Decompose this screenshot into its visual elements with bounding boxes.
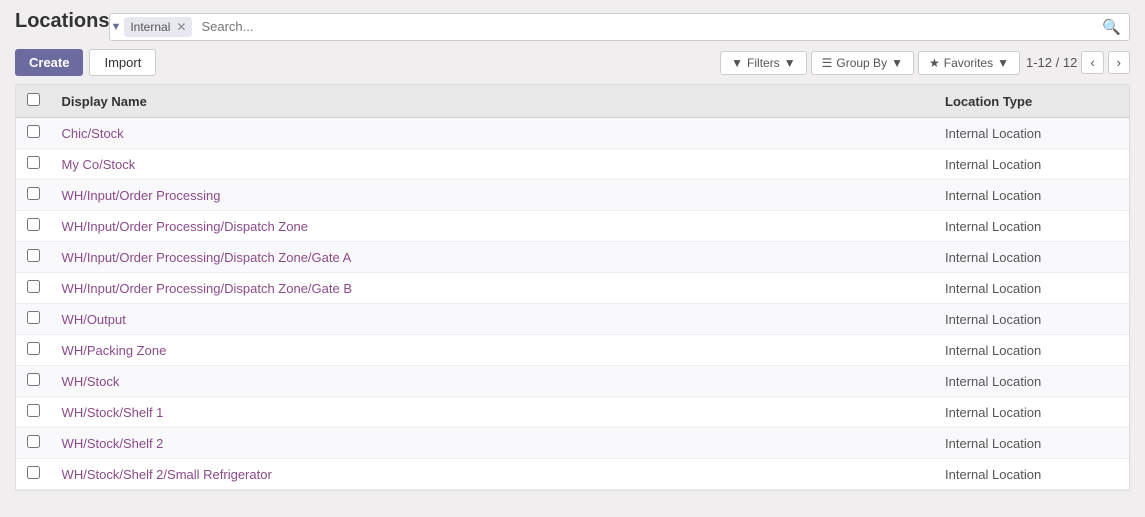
filters-chevron: ▼ bbox=[784, 56, 796, 70]
favorites-icon: ★ bbox=[929, 56, 940, 70]
location-type: Internal Location bbox=[935, 428, 1129, 459]
filters-icon: ▼ bbox=[731, 56, 743, 70]
filter-tag-close[interactable]: ✕ bbox=[176, 20, 186, 34]
row-checkbox[interactable] bbox=[27, 466, 40, 479]
row-checkbox[interactable] bbox=[27, 187, 40, 200]
location-type: Internal Location bbox=[935, 304, 1129, 335]
favorites-chevron: ▼ bbox=[997, 56, 1009, 70]
pagination-text: 1-12 / 12 bbox=[1026, 55, 1077, 70]
table-row[interactable]: WH/Packing Zone Internal Location bbox=[16, 335, 1129, 366]
location-name-link[interactable]: WH/Stock/Shelf 2/Small Refrigerator bbox=[62, 467, 272, 482]
location-name-link[interactable]: WH/Input/Order Processing/Dispatch Zone bbox=[62, 219, 308, 234]
row-checkbox[interactable] bbox=[27, 404, 40, 417]
search-bar: ▼ Internal ✕ 🔍 bbox=[109, 13, 1130, 41]
group-by-chevron: ▼ bbox=[891, 56, 903, 70]
location-type: Internal Location bbox=[935, 335, 1129, 366]
row-checkbox[interactable] bbox=[27, 156, 40, 169]
location-type: Internal Location bbox=[935, 211, 1129, 242]
table-row[interactable]: WH/Input/Order Processing/Dispatch Zone/… bbox=[16, 242, 1129, 273]
search-input[interactable] bbox=[195, 15, 1094, 38]
select-all-checkbox[interactable] bbox=[27, 93, 40, 106]
location-type: Internal Location bbox=[935, 459, 1129, 490]
location-name-link[interactable]: WH/Output bbox=[62, 312, 126, 327]
location-name-link[interactable]: WH/Stock bbox=[62, 374, 120, 389]
table-row[interactable]: WH/Stock/Shelf 2 Internal Location bbox=[16, 428, 1129, 459]
table-row[interactable]: My Co/Stock Internal Location bbox=[16, 149, 1129, 180]
filter-tag-icon: ▼ bbox=[110, 21, 121, 33]
import-button[interactable]: Import bbox=[89, 49, 156, 76]
location-name-link[interactable]: WH/Input/Order Processing/Dispatch Zone/… bbox=[62, 250, 352, 265]
table-row[interactable]: WH/Output Internal Location bbox=[16, 304, 1129, 335]
group-by-icon: ☰ bbox=[822, 56, 833, 70]
search-filter-tag: Internal ✕ bbox=[124, 17, 192, 37]
location-name-link[interactable]: WH/Input/Order Processing/Dispatch Zone/… bbox=[62, 281, 352, 296]
favorites-label: Favorites bbox=[944, 56, 993, 70]
table-row[interactable]: WH/Stock/Shelf 1 Internal Location bbox=[16, 397, 1129, 428]
location-name-link[interactable]: My Co/Stock bbox=[62, 157, 136, 172]
row-checkbox[interactable] bbox=[27, 218, 40, 231]
location-type: Internal Location bbox=[935, 180, 1129, 211]
search-button[interactable]: 🔍 bbox=[1094, 14, 1129, 40]
location-name-link[interactable]: WH/Stock/Shelf 2 bbox=[62, 436, 164, 451]
col-header-location-type: Location Type bbox=[935, 85, 1129, 118]
page-title: Locations bbox=[15, 10, 109, 33]
locations-table: Display Name Location Type Chic/Stock Int… bbox=[15, 84, 1130, 491]
row-checkbox[interactable] bbox=[27, 280, 40, 293]
group-by-label: Group By bbox=[836, 56, 887, 70]
table-row[interactable]: WH/Stock Internal Location bbox=[16, 366, 1129, 397]
row-checkbox[interactable] bbox=[27, 249, 40, 262]
prev-page-button[interactable]: ‹ bbox=[1081, 51, 1103, 74]
location-type: Internal Location bbox=[935, 366, 1129, 397]
row-checkbox[interactable] bbox=[27, 125, 40, 138]
table-row[interactable]: WH/Input/Order Processing/Dispatch Zone I… bbox=[16, 211, 1129, 242]
location-type: Internal Location bbox=[935, 149, 1129, 180]
location-type: Internal Location bbox=[935, 242, 1129, 273]
row-checkbox[interactable] bbox=[27, 311, 40, 324]
location-type: Internal Location bbox=[935, 118, 1129, 149]
location-name-link[interactable]: WH/Stock/Shelf 1 bbox=[62, 405, 164, 420]
table-header-row: Display Name Location Type bbox=[16, 85, 1129, 118]
next-page-button[interactable]: › bbox=[1108, 51, 1130, 74]
filter-tag-label: Internal bbox=[130, 20, 170, 34]
location-name-link[interactable]: WH/Packing Zone bbox=[62, 343, 167, 358]
location-type: Internal Location bbox=[935, 397, 1129, 428]
table-row[interactable]: WH/Input/Order Processing/Dispatch Zone/… bbox=[16, 273, 1129, 304]
row-checkbox[interactable] bbox=[27, 435, 40, 448]
filters-label: Filters bbox=[747, 56, 780, 70]
location-type: Internal Location bbox=[935, 273, 1129, 304]
row-checkbox[interactable] bbox=[27, 342, 40, 355]
table-row[interactable]: WH/Stock/Shelf 2/Small Refrigerator Inter… bbox=[16, 459, 1129, 490]
location-name-link[interactable]: Chic/Stock bbox=[62, 126, 124, 141]
row-checkbox[interactable] bbox=[27, 373, 40, 386]
location-name-link[interactable]: WH/Input/Order Processing bbox=[62, 188, 221, 203]
table-row[interactable]: Chic/Stock Internal Location bbox=[16, 118, 1129, 149]
favorites-button[interactable]: ★ Favorites ▼ bbox=[918, 51, 1020, 75]
create-button[interactable]: Create bbox=[15, 49, 83, 76]
col-header-display-name: Display Name bbox=[52, 85, 936, 118]
group-by-button[interactable]: ☰ Group By ▼ bbox=[811, 51, 914, 75]
filters-button[interactable]: ▼ Filters ▼ bbox=[720, 51, 806, 75]
table-row[interactable]: WH/Input/Order Processing Internal Locati… bbox=[16, 180, 1129, 211]
